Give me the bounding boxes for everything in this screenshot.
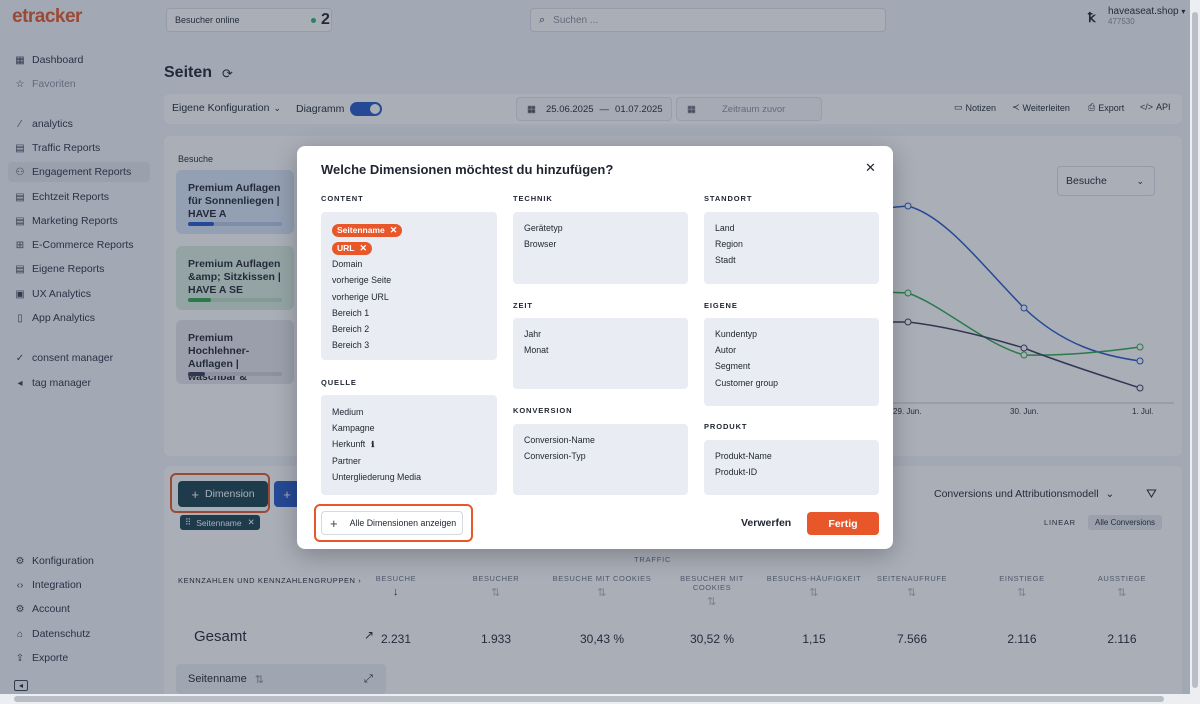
dimension-option-label: vorherige URL: [332, 291, 389, 302]
dimension-option-label: Medium: [332, 407, 364, 417]
remove-icon[interactable]: ✕: [390, 225, 398, 236]
dimension-option-label: Produkt-ID: [715, 467, 758, 478]
dimension-option-label: Kundentyp: [715, 329, 758, 339]
section-konversion-box: Conversion-Name Conversion-Typ: [513, 424, 688, 495]
horizontal-scrollbar[interactable]: [0, 694, 1190, 704]
dimension-option[interactable]: Conversion-Typ: [524, 448, 688, 464]
section-quelle-title: QUELLE: [321, 378, 357, 387]
section-quelle-box: Medium Kampagne Herkunft ℹ Partner Unterglied…: [321, 395, 497, 495]
dimension-option[interactable]: vorherige URL: [332, 289, 497, 305]
dimension-option-label: Bereich 2: [332, 323, 370, 334]
dimension-option-label: vorherige Seite: [332, 275, 392, 286]
dialog-title: Welche Dimensionen möchtest du hinzufüge…: [321, 162, 614, 177]
highlight-show-all-dimensions: [314, 504, 473, 542]
dimension-option-label: Produkt-Name: [715, 451, 772, 461]
done-button[interactable]: Fertig: [807, 512, 879, 535]
scrollbar-thumb[interactable]: [1192, 12, 1198, 688]
section-content-title: CONTENT: [321, 194, 364, 203]
dimension-option-label: Customer group: [715, 377, 779, 388]
dimension-option[interactable]: Stadt: [715, 252, 879, 268]
dimension-option-label: Segment: [715, 361, 751, 372]
dimension-option[interactable]: Bereich 1: [332, 305, 497, 321]
dimension-option[interactable]: Medium: [332, 404, 497, 420]
dimension-option[interactable]: Produkt-ID: [715, 464, 879, 480]
dimension-option-label: Partner: [332, 455, 361, 466]
dimension-option-label: Bereich 3: [332, 340, 370, 351]
dimension-option-label: Region: [715, 239, 743, 250]
selected-dimension-chip[interactable]: Seitenname ✕: [332, 223, 403, 237]
dimension-option-label: Land: [715, 223, 735, 233]
dimension-option[interactable]: Kundentyp: [715, 326, 879, 342]
section-konversion-title: KONVERSION: [513, 406, 573, 415]
dimension-option[interactable]: Autor: [715, 342, 879, 358]
dimension-option-label: Conversion-Name: [524, 435, 595, 445]
dimension-option-label: Autor: [715, 345, 737, 356]
dimension-option[interactable]: Monat: [524, 342, 688, 358]
section-produkt-box: Produkt-Name Produkt-ID: [704, 440, 879, 495]
dimension-option-label: Monat: [524, 345, 549, 356]
dimension-option[interactable]: Customer group: [715, 375, 879, 391]
selected-dimension-row: Seitenname ✕: [332, 220, 497, 238]
dimension-option-label: Untergliederung Media: [332, 471, 421, 482]
section-eigene-box: Kundentyp Autor Segment Customer group: [704, 318, 879, 406]
section-standort-box: Land Region Stadt: [704, 212, 879, 284]
selected-dimension-label: URL: [337, 243, 355, 254]
dimension-option[interactable]: Domain: [332, 256, 497, 272]
dimension-option[interactable]: Jahr: [524, 326, 688, 342]
dimension-option[interactable]: Conversion-Name: [524, 432, 688, 448]
dimension-option-label: Browser: [524, 239, 557, 250]
selected-dimension-chip[interactable]: URL ✕: [332, 241, 373, 255]
section-standort-title: STANDORT: [704, 194, 753, 203]
dimension-option-label: Conversion-Typ: [524, 451, 586, 462]
dimension-option[interactable]: Region: [715, 236, 879, 252]
dimension-option-label: Stadt: [715, 255, 736, 266]
dimension-option[interactable]: Produkt-Name: [715, 448, 879, 464]
discard-button[interactable]: Verwerfen: [741, 517, 791, 529]
dimension-option[interactable]: Kampagne: [332, 420, 497, 436]
section-produkt-title: PRODUKT: [704, 422, 748, 431]
info-icon[interactable]: ℹ: [371, 440, 374, 449]
selected-dimension-label: Seitenname: [337, 225, 385, 235]
dimension-option-label: Domain: [332, 259, 363, 270]
section-eigene-title: EIGENE: [704, 301, 738, 310]
dimension-option[interactable]: Herkunft ℹ: [332, 436, 497, 452]
vertical-scrollbar[interactable]: [1190, 0, 1200, 704]
section-zeit-box: Jahr Monat: [513, 318, 688, 389]
remove-icon[interactable]: ✕: [359, 243, 367, 254]
dimension-option[interactable]: Bereich 3: [332, 337, 497, 353]
section-zeit-title: ZEIT: [513, 301, 533, 310]
app-window: etracker ▦ Dashboard ☆ Favoriten ⁄ analytics ▤…: [0, 0, 1200, 704]
dimension-dialog: Welche Dimensionen möchtest du hinzufüge…: [297, 146, 893, 549]
dimension-option-label: Gerätetyp: [524, 223, 563, 233]
dimension-option-label: Jahr: [524, 329, 542, 339]
dimension-option[interactable]: Gerätetyp: [524, 220, 688, 236]
dimension-option[interactable]: vorherige Seite: [332, 272, 497, 288]
section-content-box: Seitenname ✕ URL ✕ Domain vorherige Seite vor…: [321, 212, 497, 360]
close-icon[interactable]: ✕: [865, 160, 876, 176]
dimension-option[interactable]: Partner: [332, 453, 497, 469]
section-technik-title: TECHNIK: [513, 194, 553, 203]
dimension-option[interactable]: Land: [715, 220, 879, 236]
dimension-option[interactable]: Bereich 2: [332, 321, 497, 337]
dimension-option[interactable]: Browser: [524, 236, 688, 252]
section-technik-box: Gerätetyp Browser: [513, 212, 688, 284]
scrollbar-thumb[interactable]: [14, 696, 1164, 702]
dimension-option-label: Bereich 1: [332, 307, 370, 318]
dimension-option-label: Kampagne: [332, 423, 375, 434]
dimension-option-label: Herkunft: [332, 439, 366, 450]
dimension-option[interactable]: Untergliederung Media: [332, 469, 497, 485]
dimension-option[interactable]: Segment: [715, 358, 879, 374]
selected-dimension-row: URL ✕: [332, 238, 497, 256]
